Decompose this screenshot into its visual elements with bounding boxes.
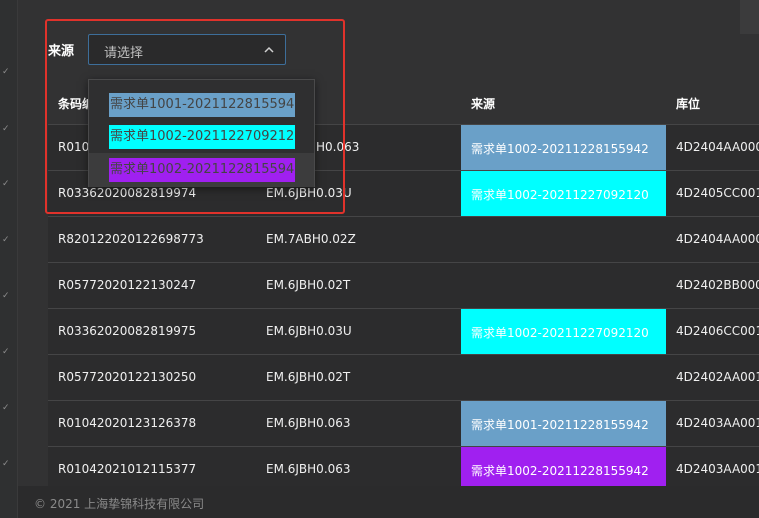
barcode-cell: R05772020122130247 [58,278,197,292]
part-cell: EM.6JBH0.063 [266,416,351,430]
chevron-icon[interactable]: ✓ [2,292,10,301]
location-cell: 4D2404AA0002 [676,140,759,154]
location-cell: 4D2405CC0010 [676,186,759,200]
highlight-annotation-box [45,19,345,214]
chevron-icon[interactable]: ✓ [2,348,10,357]
source-cell-text: 需求单1001-20211228155942 [471,418,649,432]
barcode-cell: R01042020123126378 [58,416,197,430]
table-row[interactable]: R05772020122130247 EM.6JBH0.02T 4D2402BB00… [48,263,759,309]
barcode-cell: R820122020122698773 [58,232,204,246]
barcode-cell: R03362020082819975 [58,324,197,338]
table-row[interactable]: R03362020082819975 EM.6JBH0.03U 需求单1002-20… [48,309,759,355]
barcode-cell: R05772020122130250 [58,370,197,384]
location-cell: 4D2404AA0005 [676,232,759,246]
location-cell: 4D2402BB0002 [676,278,759,292]
location-cell: 4D2403AA0012 [676,462,759,476]
part-cell: EM.6JBH0.063 [266,462,351,476]
chevron-icon[interactable]: ✓ [2,404,10,413]
barcode-cell: R01042021012115377 [58,462,197,476]
source-cell: 需求单1001-20211228155942 [461,401,666,446]
source-cell: 需求单1002-20211227092120 [461,171,666,216]
table-row[interactable]: R01042020123126378 EM.6JBH0.063 需求单1001-20… [48,401,759,447]
chevron-icon[interactable]: ✓ [2,68,10,77]
chevron-icon[interactable]: ✓ [2,460,10,469]
part-cell: EM.6JBH0.03U [266,324,352,338]
source-cell: 需求单1002-20211227092120 [461,309,666,354]
table-row[interactable]: R820122020122698773 EM.7ABH0.02Z 4D2404AA0… [48,217,759,263]
chevron-icon[interactable]: ✓ [2,180,10,189]
source-cell-text: 需求单1002-20211228155942 [471,464,649,478]
part-cell: EM.6JBH0.02T [266,370,351,384]
chevron-icon[interactable]: ✓ [2,125,10,134]
location-cell: 4D2403AA0013 [676,416,759,430]
column-header-source: 来源 [471,97,496,111]
location-cell: 4D2402AA0019 [676,370,759,384]
source-cell: 需求单1002-20211228155942 [461,125,666,170]
part-cell: EM.7ABH0.02Z [266,232,356,246]
source-cell-text: 需求单1002-20211228155942 [471,142,649,156]
source-cell-text: 需求单1002-20211227092120 [471,326,649,340]
location-cell: 4D2406CC0014 [676,324,759,338]
left-sidebar-rail: ✓ ✓ ✓ ✓ ✓ ✓ ✓ ✓ [0,0,18,518]
part-cell: EM.6JBH0.02T [266,278,351,292]
table-row[interactable]: R05772020122130250 EM.6JBH0.02T 4D2402AA00… [48,355,759,401]
scrollbar-thumb[interactable] [740,0,759,34]
chevron-icon[interactable]: ✓ [2,236,10,245]
source-cell-text: 需求单1002-20211227092120 [471,188,649,202]
column-header-location: 库位 [676,97,701,111]
copyright-footer: © 2021 上海挚锦科技有限公司 [34,497,205,511]
